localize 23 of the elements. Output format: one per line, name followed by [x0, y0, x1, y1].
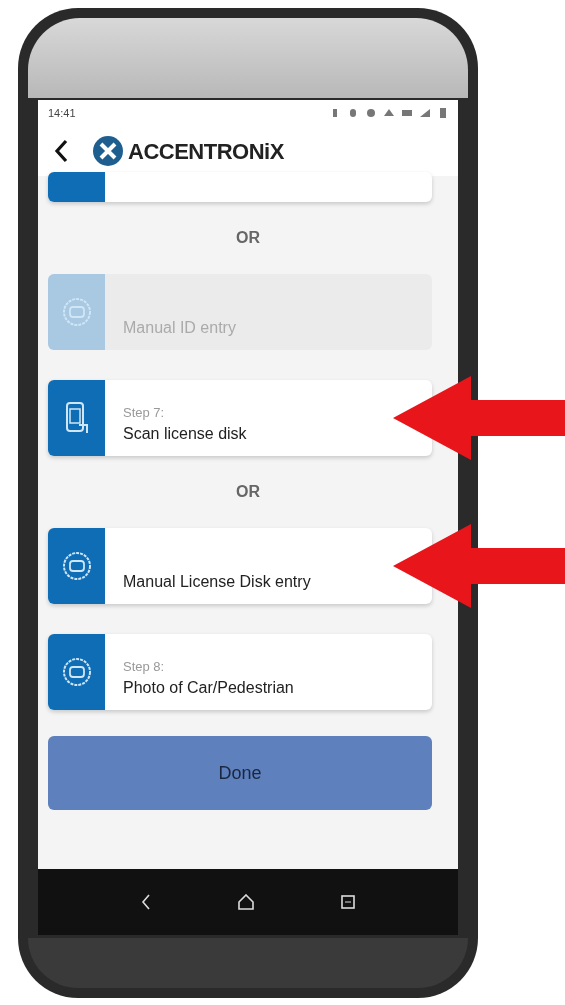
disk-icon [61, 551, 92, 581]
separator-label: OR [235, 482, 261, 502]
step-title: Manual ID entry [123, 318, 236, 338]
logo-icon [92, 135, 124, 167]
step-card[interactable]: Step 8: Photo of Car/Pedestrian [48, 634, 432, 710]
step-title: Photo of Car/Pedestrian [123, 678, 294, 698]
step-card[interactable]: Step 7: Scan license disk [48, 380, 432, 456]
done-button[interactable]: Done [48, 736, 432, 810]
step-number: Step 7: [123, 403, 166, 422]
home-icon[interactable] [238, 894, 254, 910]
recent-apps-icon[interactable] [340, 895, 355, 909]
step-card[interactable]: Manual License Disk entry [48, 528, 432, 604]
disk-icon [61, 297, 92, 327]
phone-scan-icon [64, 401, 89, 435]
step-title: Scan license disk [123, 424, 247, 444]
logo-text: ACCENTRONiX [128, 137, 284, 166]
step-number: Step 8: [123, 657, 166, 676]
status-time: 14:41 [48, 105, 76, 121]
step-title: Manual License Disk entry [123, 572, 311, 592]
step-card[interactable] [48, 172, 432, 202]
separator-label: OR [235, 228, 261, 248]
disk-icon [61, 657, 92, 687]
back-icon[interactable] [54, 139, 68, 163]
